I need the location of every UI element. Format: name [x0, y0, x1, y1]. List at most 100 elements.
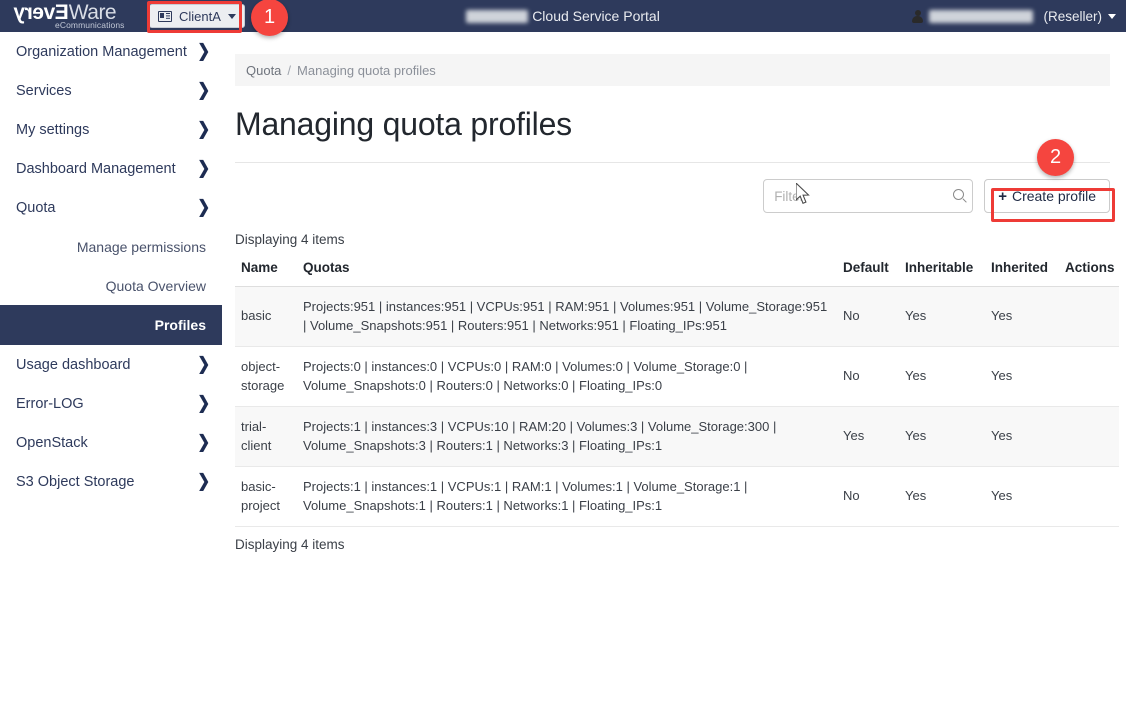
sidebar-item-label: OpenStack	[16, 434, 88, 451]
cell-default: No	[837, 466, 899, 527]
cell-inherited: Yes	[985, 286, 1059, 347]
user-menu[interactable]: (Reseller)	[912, 0, 1116, 32]
chevron-right-icon: ❯	[197, 393, 210, 414]
table-body: basic Projects:951 | instances:951 | VCP…	[235, 286, 1119, 527]
table-row[interactable]: basic Projects:951 | instances:951 | VCP…	[235, 286, 1119, 347]
sidebar-item-services[interactable]: Services ❯	[0, 71, 222, 110]
sidebar-item-quota[interactable]: Quota ❯	[0, 188, 222, 227]
cell-default: No	[837, 286, 899, 347]
breadcrumb-separator: /	[287, 62, 292, 78]
client-selector-button[interactable]: ClientA	[149, 4, 245, 28]
cell-quotas: Projects:1 | instances:1 | VCPUs:1 | RAM…	[297, 466, 837, 527]
cell-inheritable: Yes	[899, 286, 985, 347]
cell-inherited: Yes	[985, 406, 1059, 467]
table-toolbar: + Create profile	[235, 176, 1110, 216]
cell-inheritable: Yes	[899, 346, 985, 407]
sidebar-item-label: S3 Object Storage	[16, 473, 135, 490]
portal-title-text: Cloud Service Portal	[532, 8, 660, 24]
sidebar-item-openstack[interactable]: OpenStack ❯	[0, 423, 222, 462]
cell-quotas: Projects:1 | instances:3 | VCPUs:10 | RA…	[297, 406, 837, 467]
sidebar-item-error-log[interactable]: Error-LOG ❯	[0, 384, 222, 423]
filter-input[interactable]	[763, 179, 974, 213]
chevron-right-icon: ❯	[197, 158, 210, 179]
breadcrumb-current: Managing quota profiles	[297, 62, 436, 78]
brand-logo[interactable]: EveryWare eCommunications	[0, 0, 145, 32]
cell-actions[interactable]	[1059, 466, 1119, 527]
application-root: EveryWare eCommunications ClientA Cloud …	[0, 0, 1126, 701]
sidebar-subitem-label: Manage permissions	[76, 238, 206, 255]
chevron-down-icon: ❯	[197, 197, 210, 218]
cell-default: No	[837, 346, 899, 407]
cell-inheritable: Yes	[899, 406, 985, 467]
cell-quotas: Projects:951 | instances:951 | VCPUs:951…	[297, 286, 837, 347]
redacted-tenant-name	[466, 9, 529, 23]
sidebar-subitem-manage-permissions[interactable]: Manage permissions	[0, 227, 222, 266]
cell-name: basic	[235, 286, 297, 347]
search-icon	[953, 189, 965, 200]
sidebar-item-label: My settings	[16, 121, 90, 138]
sidebar-subitem-quota-overview[interactable]: Quota Overview	[0, 266, 222, 305]
user-icon	[912, 9, 924, 23]
chevron-right-icon: ❯	[197, 432, 210, 453]
redacted-user-name	[929, 9, 1034, 23]
sidebar-item-label: Dashboard Management	[16, 160, 176, 177]
annotation-badge-2: 2	[1037, 139, 1074, 176]
column-header-inherited[interactable]: Inherited	[985, 258, 1059, 287]
sidebar-item-label: Organization Management	[16, 43, 187, 60]
table-head: Name Quotas Default Inheritable Inherite…	[235, 258, 1119, 287]
sidebar-navigation: Organization Management ❯ Services ❯ My …	[0, 32, 222, 701]
user-role-label: (Reseller)	[1043, 8, 1102, 24]
cell-name: object-storage	[235, 346, 297, 407]
column-header-name[interactable]: Name	[235, 258, 297, 287]
cell-name: trial-client	[235, 406, 297, 467]
cell-actions[interactable]	[1059, 286, 1119, 347]
sidebar-item-s3-object-storage[interactable]: S3 Object Storage ❯	[0, 462, 222, 501]
sidebar-subitem-label: Profiles	[154, 317, 206, 333]
sidebar-item-usage-dashboard[interactable]: Usage dashboard ❯	[0, 345, 222, 384]
client-selector-label: ClientA	[179, 8, 221, 24]
table-header-row: Name Quotas Default Inheritable Inherite…	[235, 258, 1119, 287]
sidebar-item-label: Usage dashboard	[16, 356, 131, 373]
page-title: Managing quota profiles	[235, 106, 572, 142]
table-row[interactable]: object-storage Projects:0 | instances:0 …	[235, 346, 1119, 407]
sidebar-item-label: Error-LOG	[16, 395, 84, 412]
sidebar-item-organization-management[interactable]: Organization Management ❯	[0, 32, 222, 71]
cell-inherited: Yes	[985, 346, 1059, 407]
plus-icon: +	[998, 187, 1007, 205]
cell-default: Yes	[837, 406, 899, 467]
chevron-right-icon: ❯	[197, 80, 210, 101]
filter-field-wrapper	[763, 179, 974, 213]
breadcrumb: Quota / Managing quota profiles	[235, 54, 1110, 86]
breadcrumb-parent-link[interactable]: Quota	[246, 63, 281, 78]
cell-actions[interactable]	[1059, 406, 1119, 467]
create-profile-button[interactable]: + Create profile	[984, 179, 1110, 213]
chevron-right-icon: ❯	[197, 471, 210, 492]
chevron-right-icon: ❯	[197, 41, 210, 62]
quota-profiles-table: Name Quotas Default Inheritable Inherite…	[235, 258, 1119, 527]
title-divider	[235, 162, 1110, 163]
cell-name: basic-project	[235, 466, 297, 527]
create-profile-label: Create profile	[1011, 188, 1096, 204]
sidebar-item-my-settings[interactable]: My settings ❯	[0, 110, 222, 149]
sidebar-item-dashboard-management[interactable]: Dashboard Management ❯	[0, 149, 222, 188]
sidebar-item-label: Quota	[16, 199, 56, 216]
chevron-right-icon: ❯	[197, 119, 210, 140]
item-count-bottom: Displaying 4 items	[235, 537, 345, 552]
top-header-bar: EveryWare eCommunications ClientA Cloud …	[0, 0, 1126, 32]
table-row[interactable]: basic-project Projects:1 | instances:1 |…	[235, 466, 1119, 527]
sidebar-subitem-label: Quota Overview	[105, 277, 206, 294]
brand-logo-subtitle: eCommunications	[55, 20, 125, 30]
table-row[interactable]: trial-client Projects:1 | instances:3 | …	[235, 406, 1119, 467]
column-header-inheritable[interactable]: Inheritable	[899, 258, 985, 287]
cell-actions[interactable]	[1059, 346, 1119, 407]
chevron-down-icon-user	[1108, 13, 1116, 19]
item-count-top: Displaying 4 items	[235, 232, 345, 247]
column-header-actions: Actions	[1059, 258, 1119, 287]
sidebar-item-label: Services	[16, 82, 72, 99]
column-header-quotas[interactable]: Quotas	[297, 258, 837, 287]
client-list-icon	[158, 10, 172, 22]
sidebar-subitem-profiles[interactable]: Profiles	[0, 305, 222, 345]
chevron-right-icon: ❯	[197, 354, 210, 375]
cell-quotas: Projects:0 | instances:0 | VCPUs:0 | RAM…	[297, 346, 837, 407]
column-header-default[interactable]: Default	[837, 258, 899, 287]
